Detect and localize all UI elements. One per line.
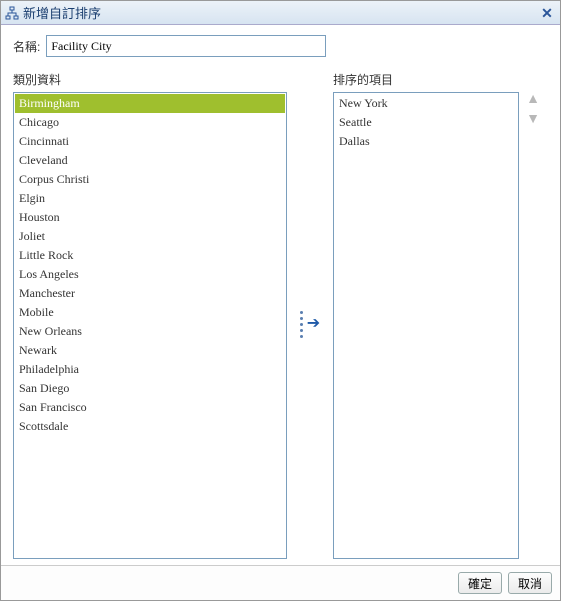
list-item[interactable]: Los Angeles <box>15 265 285 284</box>
list-item[interactable]: Cleveland <box>15 151 285 170</box>
dialog-title: 新增自訂排序 <box>23 3 538 22</box>
arrow-right-icon: ➔ <box>307 316 320 332</box>
list-item[interactable]: Cincinnati <box>15 132 285 151</box>
source-listbox[interactable]: BirminghamChicagoCincinnatiClevelandCorp… <box>13 92 287 559</box>
source-column: 類別資料 BirminghamChicagoCincinnatiClevelan… <box>13 71 287 559</box>
list-item[interactable]: Newark <box>15 341 285 360</box>
arrow-up-icon: ▲ <box>526 90 540 106</box>
close-button[interactable]: ✕ <box>538 4 556 22</box>
transfer-column: ➔ <box>287 71 333 559</box>
list-item[interactable]: San Diego <box>15 379 285 398</box>
list-item[interactable]: Scottsdale <box>15 417 285 436</box>
list-item[interactable]: Joliet <box>15 227 285 246</box>
target-column: 排序的項目 New YorkSeattleDallas <box>333 71 519 559</box>
move-up-button[interactable]: ▲ <box>524 89 542 107</box>
list-item[interactable]: Chicago <box>15 113 285 132</box>
titlebar: 新增自訂排序 ✕ <box>1 1 560 25</box>
list-item[interactable]: Corpus Christi <box>15 170 285 189</box>
move-down-button[interactable]: ▼ <box>524 109 542 127</box>
lists-row: 類別資料 BirminghamChicagoCincinnatiClevelan… <box>13 71 548 559</box>
list-item[interactable]: New Orleans <box>15 322 285 341</box>
list-item[interactable]: Manchester <box>15 284 285 303</box>
hierarchy-icon <box>5 6 19 20</box>
list-item[interactable]: Dallas <box>335 132 517 151</box>
list-item[interactable]: Philadelphia <box>15 360 285 379</box>
arrow-down-icon: ▼ <box>526 110 540 126</box>
name-input[interactable] <box>46 35 326 57</box>
move-right-button[interactable]: ➔ <box>300 311 320 338</box>
list-item[interactable]: Mobile <box>15 303 285 322</box>
list-item[interactable]: Little Rock <box>15 246 285 265</box>
dialog-content: 名稱: 類別資料 BirminghamChicagoCincinnatiClev… <box>1 25 560 565</box>
list-item[interactable]: Elgin <box>15 189 285 208</box>
close-icon: ✕ <box>541 6 553 20</box>
target-label: 排序的項目 <box>333 71 519 88</box>
list-item[interactable]: San Francisco <box>15 398 285 417</box>
list-item[interactable]: Birmingham <box>15 94 285 113</box>
ok-button[interactable]: 確定 <box>458 572 502 594</box>
dialog-footer: 確定 取消 <box>1 565 560 600</box>
target-listbox[interactable]: New YorkSeattleDallas <box>333 92 519 559</box>
reorder-column: ▲ ▼ <box>519 71 547 559</box>
list-item[interactable]: New York <box>335 94 517 113</box>
source-label: 類別資料 <box>13 71 287 88</box>
list-item[interactable]: Seattle <box>335 113 517 132</box>
drag-handle-icon <box>300 311 303 338</box>
name-row: 名稱: <box>13 35 548 57</box>
list-item[interactable]: Houston <box>15 208 285 227</box>
name-label: 名稱: <box>13 38 40 55</box>
cancel-button[interactable]: 取消 <box>508 572 552 594</box>
